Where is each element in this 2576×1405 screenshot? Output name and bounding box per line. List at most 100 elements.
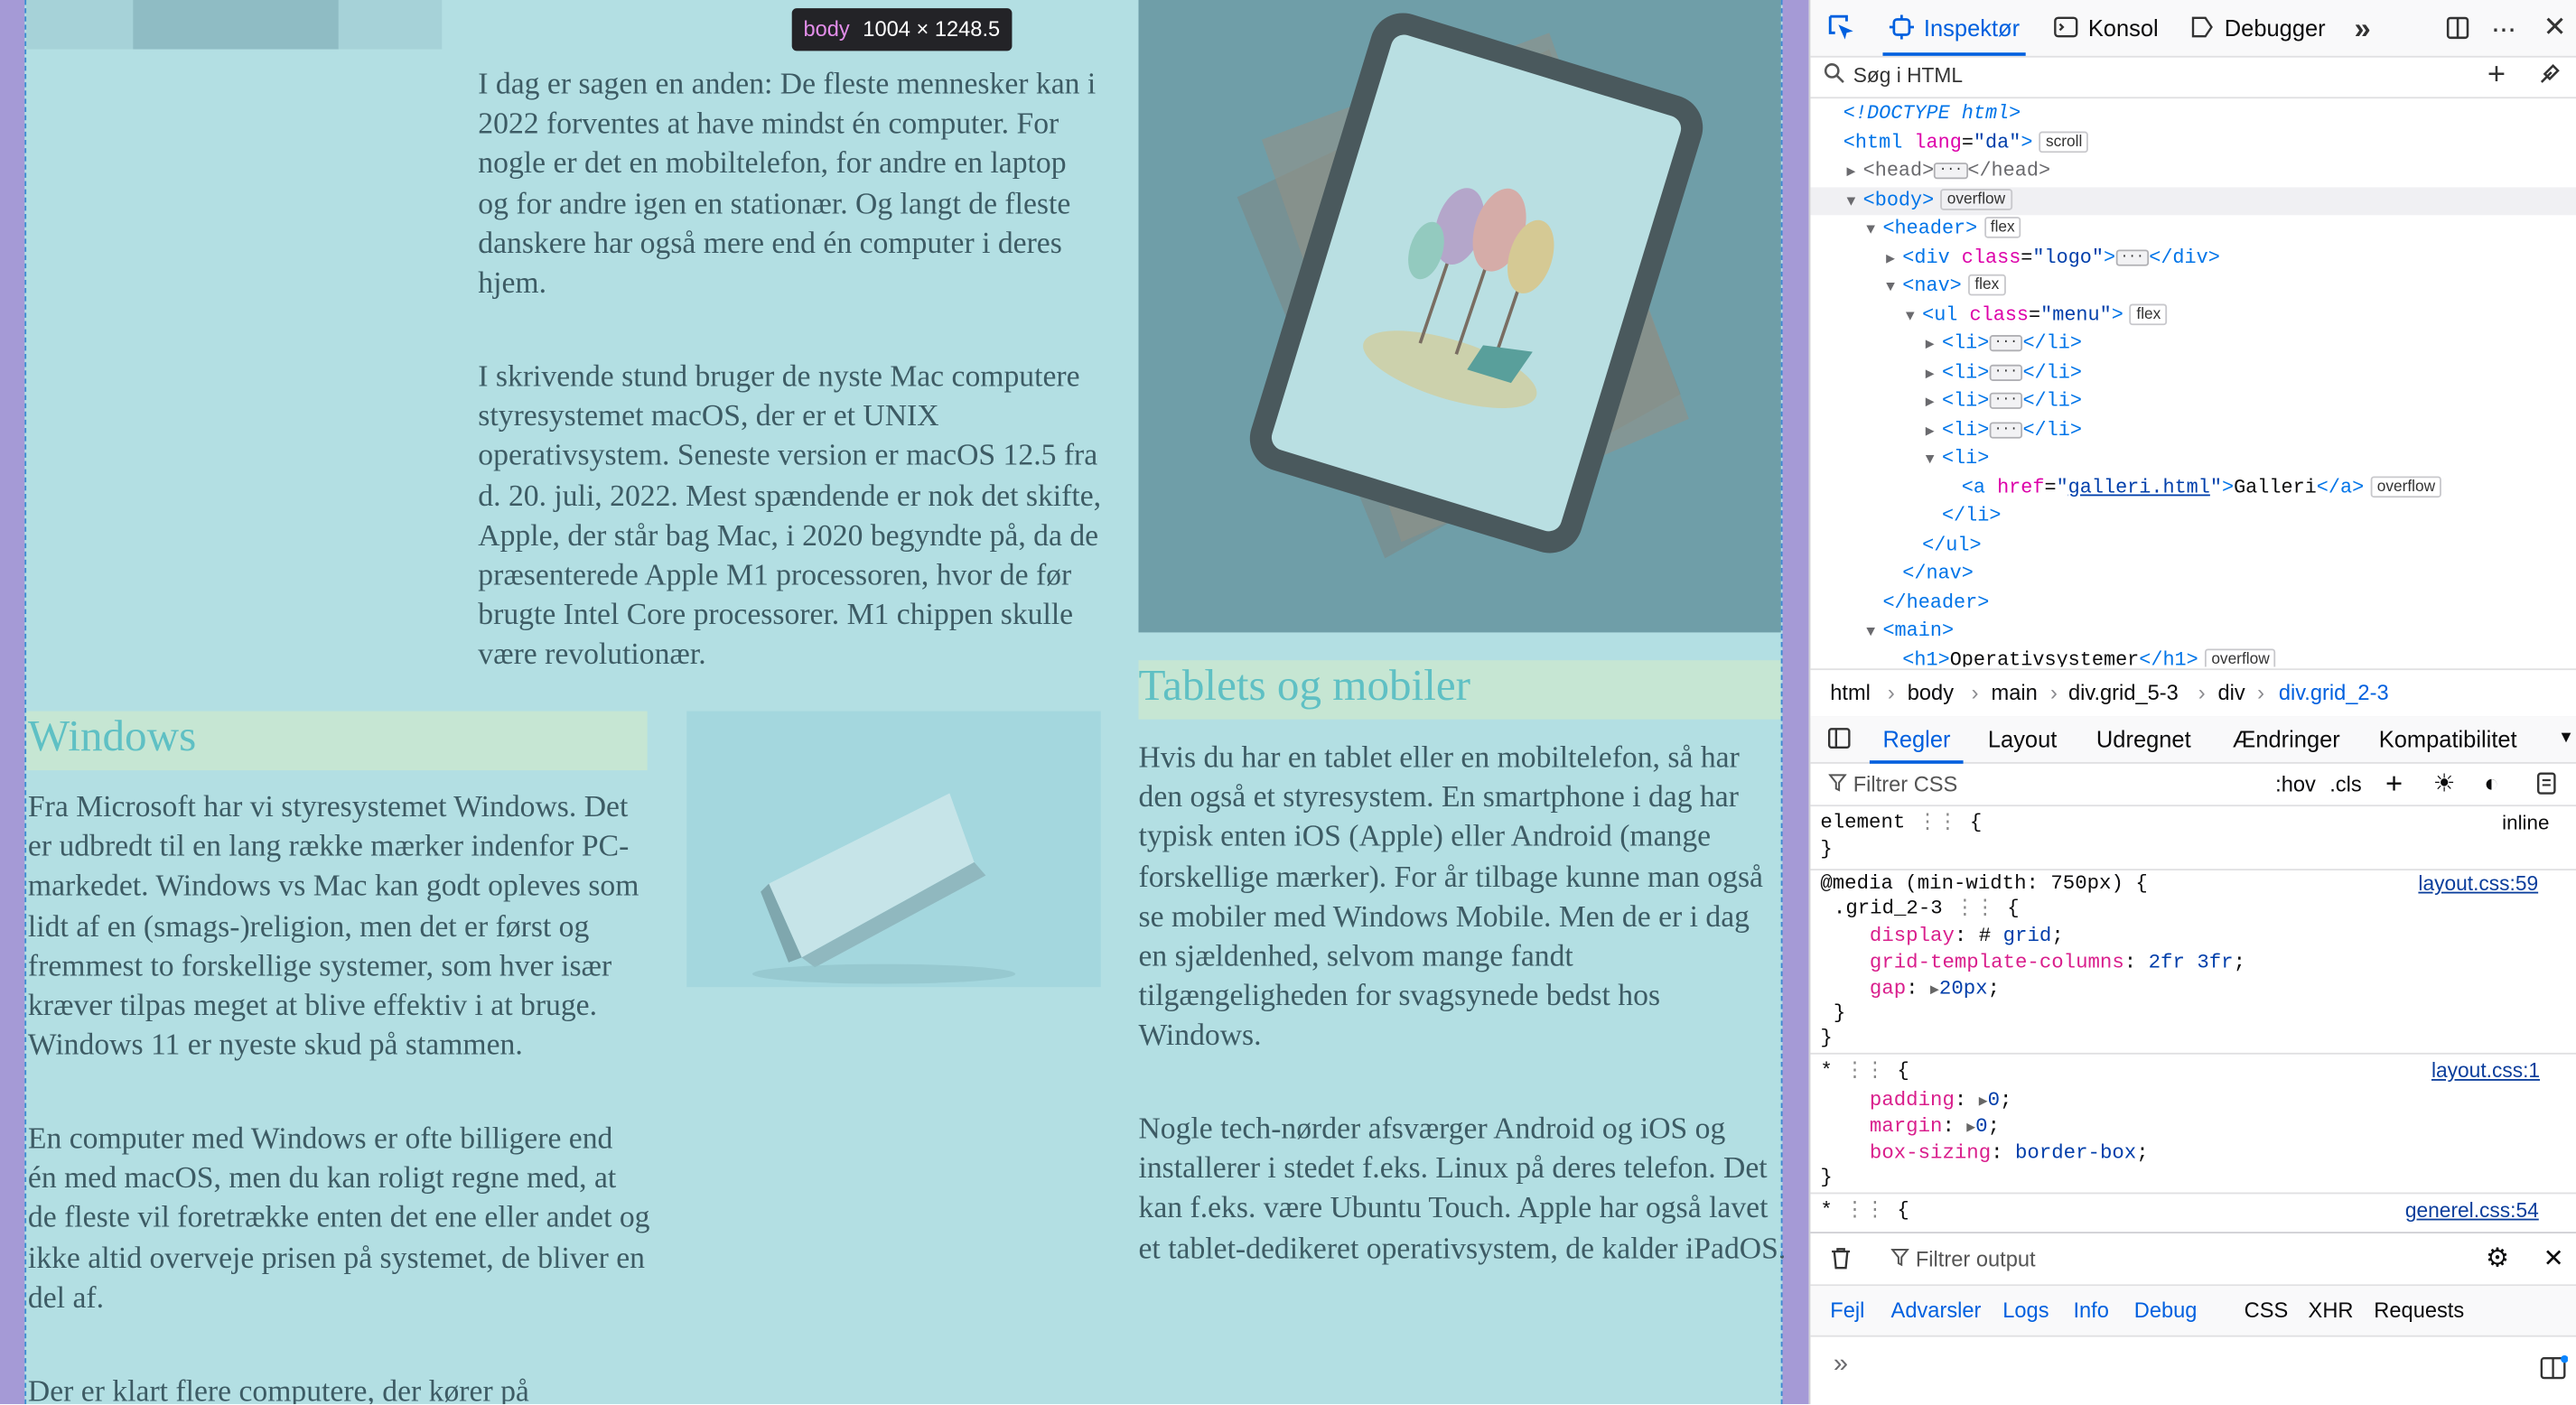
print-icon[interactable] bbox=[2535, 764, 2558, 805]
tablets-paragraph-1: Hvis du har en tablet eller en mobiltele… bbox=[1138, 742, 1763, 1054]
console-input[interactable]: » bbox=[1810, 1337, 2576, 1405]
filter-warnings[interactable]: Advarsler bbox=[1884, 1286, 1988, 1335]
close-icon[interactable]: ✕ bbox=[2543, 0, 2567, 56]
tab-console[interactable]: Konsol bbox=[2054, 0, 2159, 56]
tree-row-h1[interactable]: <h1>Operativsystemer</h1> overflow bbox=[1810, 647, 2576, 667]
hov-toggle[interactable]: :hov bbox=[2275, 764, 2316, 805]
html-search[interactable]: Søg i HTML + bbox=[1810, 58, 2576, 99]
breadcrumb-separator-icon: › bbox=[2049, 680, 2058, 705]
rule-media-source-link[interactable]: layout.css:59 bbox=[2418, 870, 2538, 897]
rule-grid-selector[interactable]: .grid_2-3 ⋮⋮ { bbox=[1834, 895, 2020, 921]
trash-icon[interactable] bbox=[1830, 1233, 1852, 1284]
tree-row-logo[interactable]: ▶ <div class="logo"> ··· </div> bbox=[1810, 244, 2576, 273]
page-margin-left bbox=[0, 0, 25, 1405]
rule-element-selector[interactable]: element ⋮⋮ { bbox=[1820, 810, 1982, 836]
tab-inspector[interactable]: Inspektør bbox=[1882, 0, 2028, 56]
options-menu-icon[interactable]: ··· bbox=[2490, 0, 2516, 56]
breadcrumb-item[interactable]: div bbox=[2218, 670, 2245, 716]
mac-paragraph-2: I skrivende stund bruger de nyste Mac co… bbox=[478, 361, 1102, 673]
rule-prop-display[interactable]: display: # grid; bbox=[1870, 923, 2064, 949]
sidebar-toggle-icon[interactable] bbox=[1827, 716, 1852, 762]
markup-tree: <!DOCTYPE html> <html lang="da"> scroll ▶… bbox=[1810, 98, 2576, 667]
filter-info[interactable]: Info bbox=[2067, 1286, 2115, 1335]
tree-row-header[interactable]: ▼ <header> flex bbox=[1810, 215, 2576, 244]
sidebar-tabs: Regler Layout Udregnet Ændringer Kompati… bbox=[1810, 716, 2576, 764]
filter-debug[interactable]: Debug bbox=[2127, 1286, 2205, 1335]
tab-debugger[interactable]: Debugger bbox=[2190, 0, 2326, 56]
tree-row-html[interactable]: <html lang="da"> scroll bbox=[1810, 129, 2576, 158]
tree-row-li[interactable]: ▶ <li> ··· </li> bbox=[1810, 330, 2576, 359]
tree-row-li-close[interactable]: </li> bbox=[1810, 503, 2576, 532]
console-icon bbox=[2054, 16, 2078, 38]
search-input[interactable]: Søg i HTML bbox=[1853, 64, 1963, 87]
light-mode-icon[interactable]: ☀ bbox=[2433, 764, 2455, 805]
rule-close-brace: } bbox=[1820, 837, 1833, 861]
filter-output-input[interactable]: Filtrer output bbox=[1916, 1233, 2036, 1284]
rule-prop-padding[interactable]: padding: ▶0; bbox=[1870, 1087, 2012, 1113]
close-console-icon[interactable]: ✕ bbox=[2543, 1233, 2564, 1284]
element-picker-icon[interactable] bbox=[1827, 0, 1857, 56]
filter-icon bbox=[1828, 764, 1847, 805]
tree-row-body[interactable]: ▼ <body> overflow bbox=[1810, 186, 2576, 216]
tree-row-main[interactable]: ▼ <main> bbox=[1810, 618, 2576, 647]
tab-compatibility[interactable]: Kompatibilitet bbox=[2379, 716, 2517, 762]
tree-row-a-galleri[interactable]: <a href="galleri.html">Galleri</a> overfl… bbox=[1810, 474, 2576, 503]
web-page: I dag er sagen en anden: De fleste menne… bbox=[0, 0, 1809, 1405]
rule-star-selector-2[interactable]: * ⋮⋮ { bbox=[1820, 1197, 1909, 1224]
cls-toggle[interactable]: .cls bbox=[2329, 764, 2361, 805]
tree-row-header-close[interactable]: </header> bbox=[1810, 589, 2576, 618]
breadcrumb-separator-icon: › bbox=[2198, 680, 2206, 705]
rule-divider bbox=[1810, 1052, 2576, 1055]
breadcrumb-separator-icon: › bbox=[1887, 680, 1895, 705]
add-node-icon[interactable]: + bbox=[2487, 58, 2506, 94]
breadcrumb-item[interactable]: html bbox=[1830, 670, 1871, 716]
rule-close-brace: } bbox=[1820, 1166, 1833, 1189]
rule-star-source-link[interactable]: layout.css:1 bbox=[2431, 1057, 2540, 1084]
box-guide-right bbox=[1780, 0, 1783, 1405]
filter-xhr[interactable]: XHR bbox=[2309, 1286, 2354, 1335]
contrast-icon[interactable]: ◐ bbox=[2484, 764, 2498, 805]
rule-star-selector[interactable]: * ⋮⋮ { bbox=[1820, 1057, 1909, 1084]
rule-star-source-link-2[interactable]: generel.css:54 bbox=[2405, 1197, 2539, 1224]
breadcrumb-item[interactable]: main bbox=[1992, 670, 2038, 716]
tree-row-head[interactable]: ▶ <head> ··· </head> bbox=[1810, 158, 2576, 187]
tab-computed[interactable]: Udregnet bbox=[2096, 716, 2191, 762]
rule-prop-box-sizing[interactable]: box-sizing: border-box; bbox=[1870, 1140, 2149, 1166]
debugger-icon bbox=[2191, 16, 2213, 38]
css-rules: element ⋮⋮ { inline } @media (min-width:… bbox=[1810, 806, 2576, 1230]
tree-row-doctype[interactable]: <!DOCTYPE html> bbox=[1810, 100, 2576, 129]
editor-mode-icon[interactable] bbox=[2540, 1354, 2569, 1387]
tree-row-ul-close[interactable]: </ul> bbox=[1810, 531, 2576, 560]
rule-prop-gap[interactable]: gap: ▶20px; bbox=[1870, 975, 2000, 1001]
chevron-down-icon[interactable]: ▼ bbox=[2558, 716, 2574, 762]
tree-row-li[interactable]: ▶ <li> ··· </li> bbox=[1810, 416, 2576, 445]
tree-row-nav[interactable]: ▼ <nav> flex bbox=[1810, 273, 2576, 302]
tab-rules[interactable]: Regler bbox=[1869, 716, 1965, 764]
add-rule-icon[interactable]: + bbox=[2385, 764, 2403, 805]
breadcrumb-item[interactable]: body bbox=[1908, 670, 1954, 716]
filter-logs[interactable]: Logs bbox=[1995, 1286, 2057, 1335]
tab-layout[interactable]: Layout bbox=[1988, 716, 2057, 762]
tree-row-ul[interactable]: ▼ <ul class="menu"> flex bbox=[1810, 302, 2576, 330]
filter-errors[interactable]: Fejl bbox=[1823, 1286, 1871, 1335]
tree-row-nav-close[interactable]: </nav> bbox=[1810, 560, 2576, 589]
windows-paragraph-1: Fra Microsoft har vi styresystemet Windo… bbox=[27, 791, 639, 1064]
rule-prop-margin[interactable]: margin: ▶0; bbox=[1870, 1113, 2000, 1140]
breadcrumb-item[interactable]: div.grid_5-3 bbox=[2068, 670, 2179, 716]
filter-css[interactable]: CSS bbox=[2245, 1286, 2289, 1335]
breadcrumb-item-selected[interactable]: div.grid_2-3 bbox=[2279, 670, 2389, 716]
grid-icon[interactable]: # bbox=[1979, 925, 1991, 947]
dock-icon[interactable] bbox=[2445, 0, 2471, 56]
prompt-chevron-icon: » bbox=[1833, 1350, 1849, 1379]
tree-row-li[interactable]: ▶ <li> ··· </li> bbox=[1810, 387, 2576, 416]
filter-css-input[interactable]: Filtrer CSS bbox=[1853, 764, 1958, 805]
tree-row-li-open[interactable]: ▼ <li> bbox=[1810, 445, 2576, 474]
filter-requests[interactable]: Requests bbox=[2374, 1286, 2464, 1335]
expand-icon[interactable]: ▶ bbox=[1979, 1093, 1988, 1110]
more-tabs-icon[interactable]: » bbox=[2354, 0, 2370, 56]
tab-changes[interactable]: Ændringer bbox=[2233, 716, 2340, 762]
eyedropper-icon[interactable] bbox=[2538, 62, 2561, 90]
rule-prop-grid-template-columns[interactable]: grid-template-columns: 2fr 3fr; bbox=[1870, 949, 2245, 975]
tree-row-li[interactable]: ▶ <li> ··· </li> bbox=[1810, 358, 2576, 387]
settings-gear-icon[interactable]: ⚙ bbox=[2486, 1233, 2509, 1284]
